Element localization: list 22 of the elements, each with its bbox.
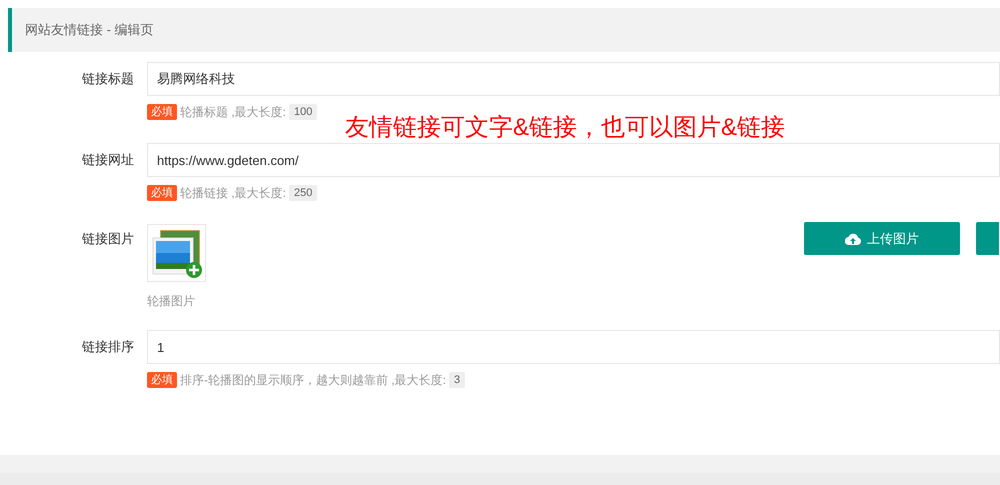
input-field[interactable]: https://www.gdeten.com/ [147, 143, 1000, 177]
required-badge: 必填 [147, 372, 177, 388]
max-length-tag: 3 [449, 372, 466, 388]
image-upload-box[interactable] [147, 224, 206, 282]
annotation-text: 友情链接可文字&链接，也可以图片&链接 [345, 116, 786, 140]
required-badge: 必填 [147, 104, 177, 120]
required-badge: 必填 [147, 185, 177, 201]
max-length-tag: 100 [289, 104, 318, 120]
hint-text: 轮播图片 [147, 293, 195, 310]
field-label: 链接排序 [81, 338, 134, 356]
field-label: 链接标题 [81, 70, 134, 88]
upload-button[interactable]: 上传图片 [804, 222, 960, 255]
page-title: 网站友情链接 - 编辑页 [25, 21, 154, 40]
input-field[interactable]: 1 [147, 330, 1000, 364]
hint-text: 轮播链接 ,最大长度: [180, 185, 286, 202]
hint-text: 排序-轮播图的显示顺序，越大则越靠前 ,最大长度: [180, 372, 446, 389]
field-label: 链接图片 [81, 230, 134, 248]
input-field[interactable]: 易腾网络科技 [147, 62, 1000, 96]
hint-text: 轮播标题 ,最大长度: [180, 104, 286, 121]
max-length-tag: 250 [289, 185, 318, 201]
upload-cloud-icon [845, 232, 861, 244]
field-label: 链接网址 [81, 151, 134, 169]
